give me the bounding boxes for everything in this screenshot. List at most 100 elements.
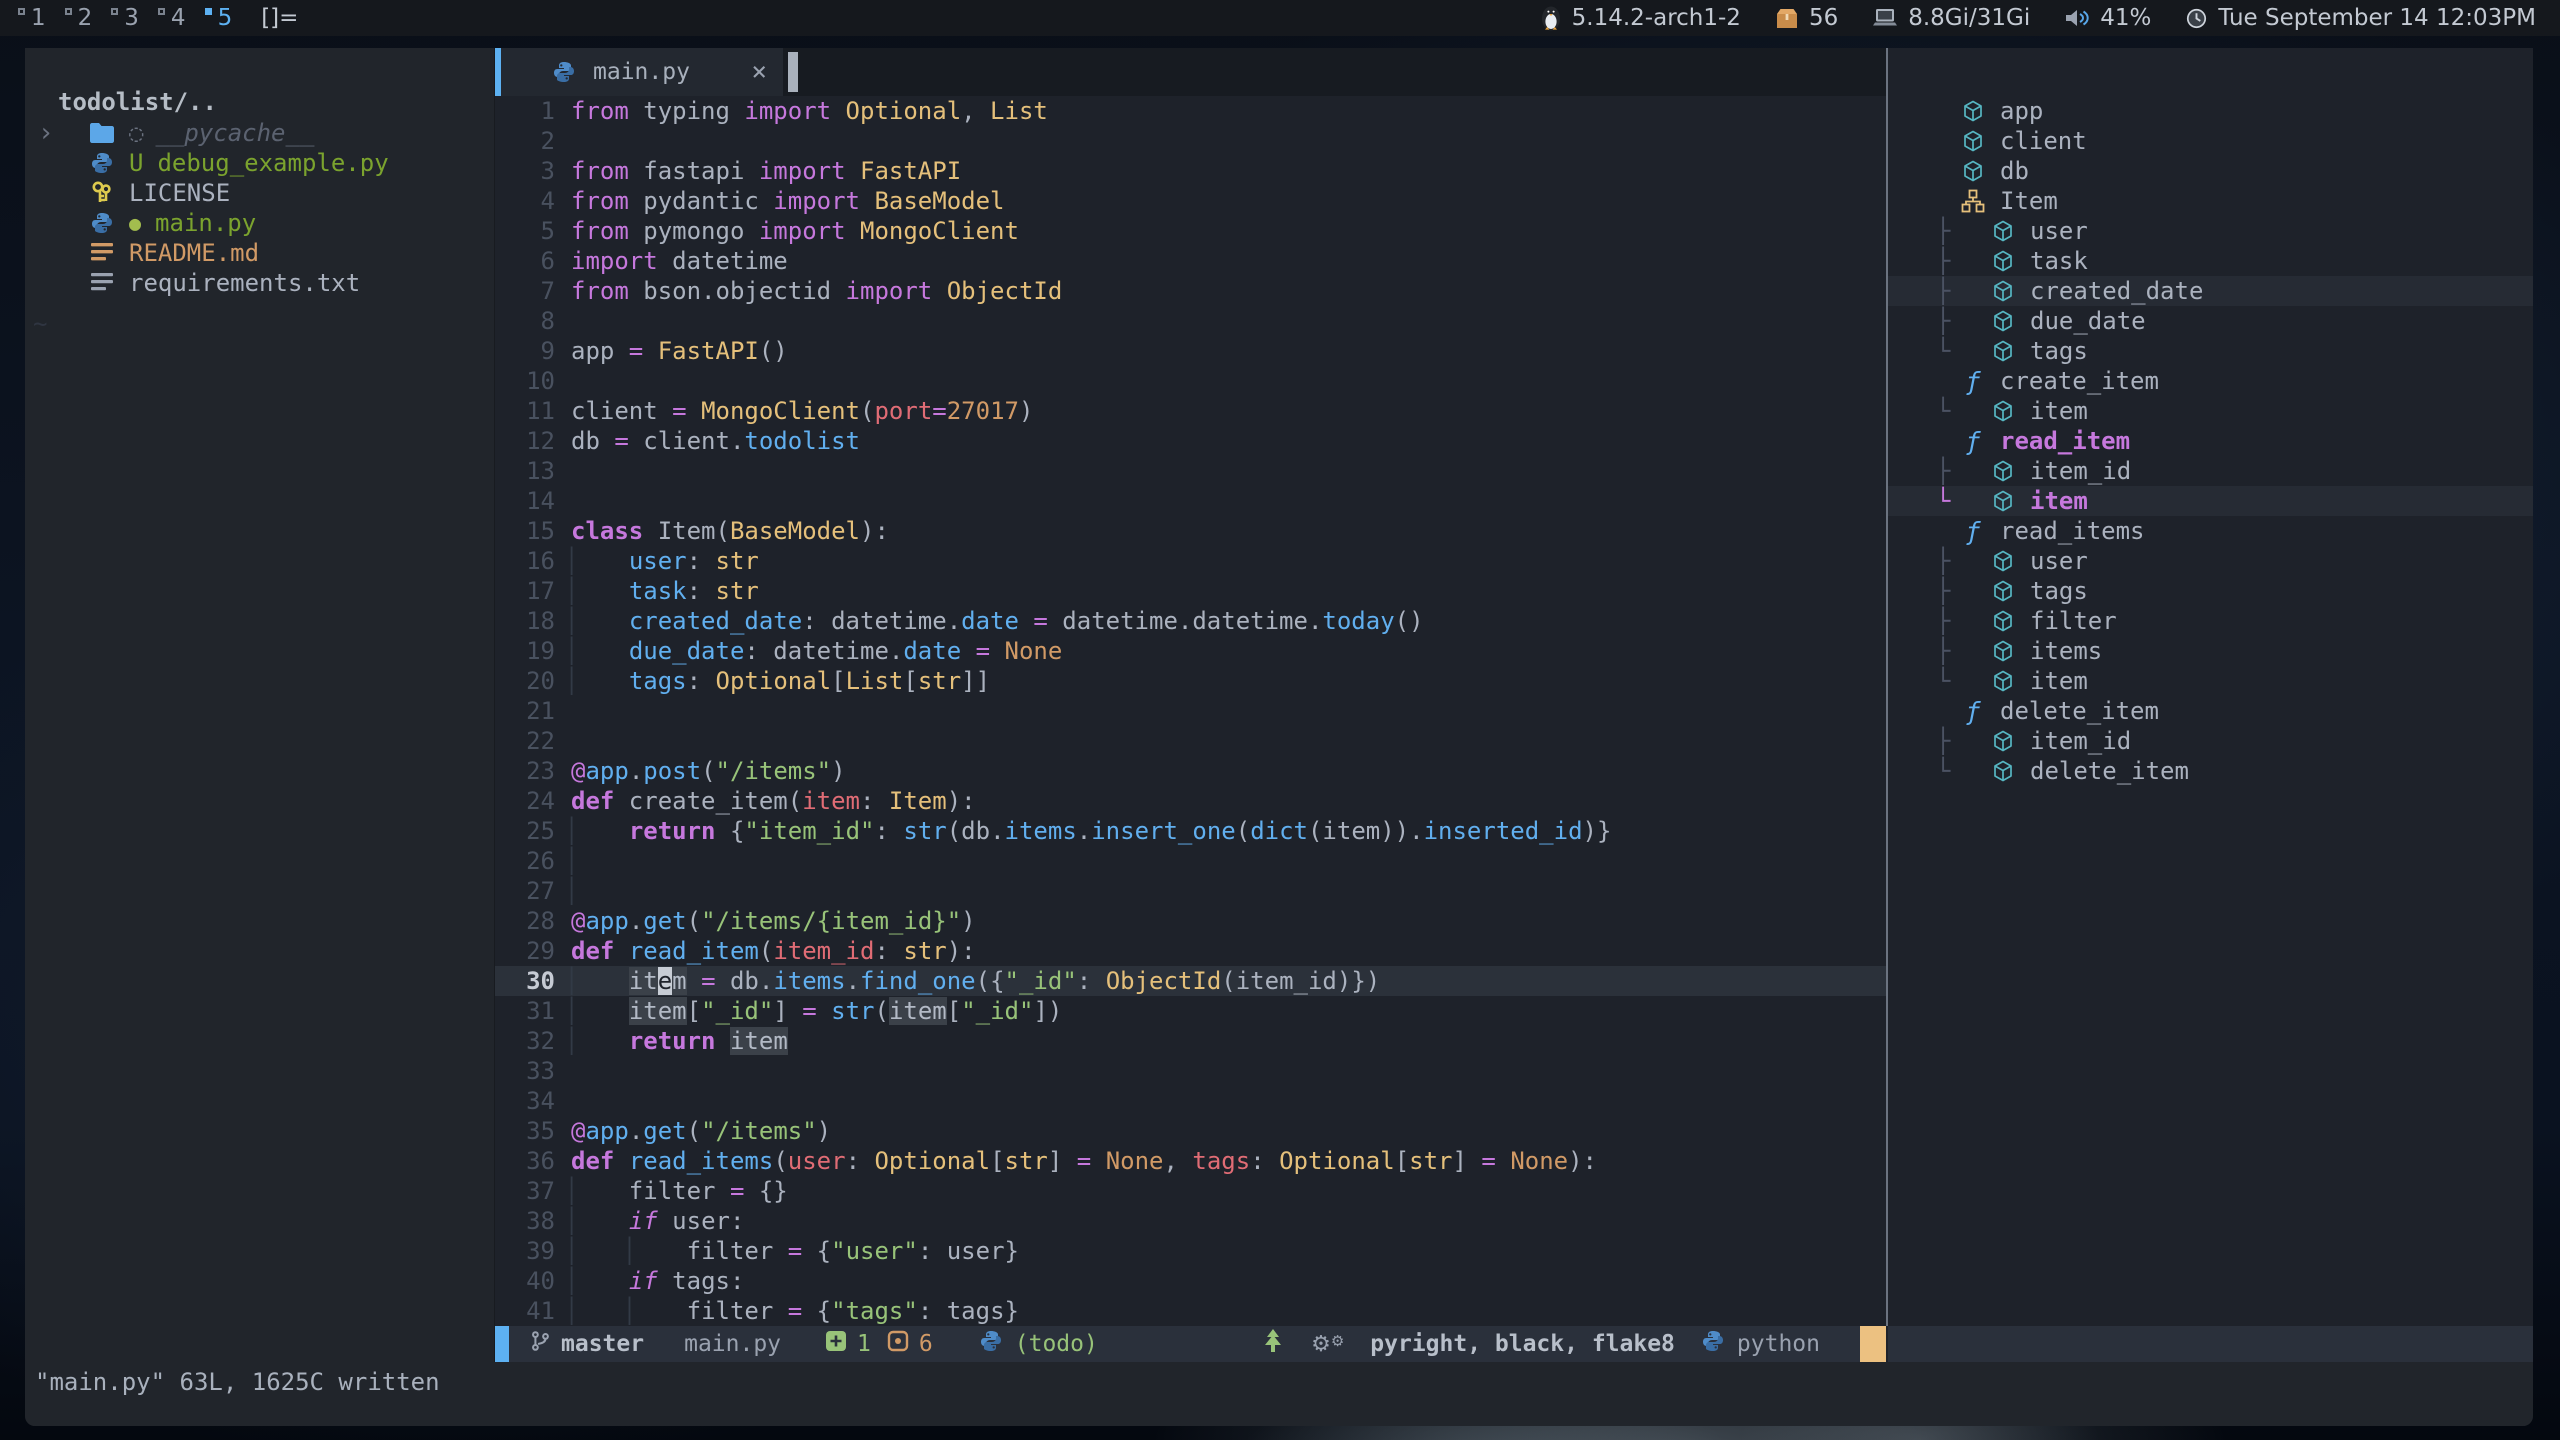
code-line[interactable]: 18▏ created_date: datetime.date = dateti…: [495, 606, 1886, 636]
code-line[interactable]: 29def read_item(item_id: str):: [495, 936, 1886, 966]
lsp-servers: pyright, black, flake8: [1370, 1331, 1675, 1357]
file-row[interactable]: ●main.py: [25, 208, 494, 238]
outline-item[interactable]: ├item_id: [1888, 726, 2533, 756]
outline-item[interactable]: ├items: [1888, 636, 2533, 666]
code-line[interactable]: 23@app.post("/items"): [495, 756, 1886, 786]
file-row[interactable]: requirements.txt: [25, 268, 494, 298]
code-line[interactable]: 7from bson.objectid import ObjectId: [495, 276, 1886, 306]
code-line[interactable]: 6import datetime: [495, 246, 1886, 276]
symbol-label: user: [2030, 547, 2088, 575]
line-number: 15: [495, 516, 571, 546]
code-line[interactable]: 10: [495, 366, 1886, 396]
code-line[interactable]: 32▏ return item: [495, 1026, 1886, 1056]
outline-item[interactable]: ƒdelete_item: [1888, 696, 2533, 726]
readme-lines-icon: [89, 242, 115, 264]
line-number: 14: [495, 486, 571, 516]
workspace-1[interactable]: 1: [14, 5, 61, 31]
outline-item[interactable]: db: [1888, 156, 2533, 186]
code-line[interactable]: 4from pydantic import BaseModel: [495, 186, 1886, 216]
code-line[interactable]: 30▏ item = db.items.find_one({"_id": Obj…: [495, 966, 1886, 996]
outline-item[interactable]: Item: [1888, 186, 2533, 216]
code-line[interactable]: 41▏ ▏ filter = {"tags": tags}: [495, 1296, 1886, 1326]
outline-item[interactable]: └tags: [1888, 336, 2533, 366]
outline-item[interactable]: ƒcreate_item: [1888, 366, 2533, 396]
file-status-mark: U: [129, 149, 143, 177]
code-line[interactable]: 35@app.get("/items"): [495, 1116, 1886, 1146]
code-line[interactable]: 9app = FastAPI(): [495, 336, 1886, 366]
file-status-mark: ●: [129, 211, 141, 235]
code-line[interactable]: 15class Item(BaseModel):: [495, 516, 1886, 546]
code-line[interactable]: 17▏ task: str: [495, 576, 1886, 606]
text-lines-icon: [89, 272, 115, 294]
code-line[interactable]: 33: [495, 1056, 1886, 1086]
code-line[interactable]: 39▏ ▏ filter = {"user": user}: [495, 1236, 1886, 1266]
code-line[interactable]: 13: [495, 456, 1886, 486]
file-row[interactable]: LICENSE: [25, 178, 494, 208]
workspace-label: 2: [78, 5, 93, 31]
code-line[interactable]: 14: [495, 486, 1886, 516]
code-line[interactable]: 2: [495, 126, 1886, 156]
code-line[interactable]: 24def create_item(item: Item):: [495, 786, 1886, 816]
workspace-marker-icon: [18, 8, 25, 15]
code-line[interactable]: 36def read_items(user: Optional[str] = N…: [495, 1146, 1886, 1176]
tab-main-py[interactable]: main.py ×: [495, 48, 783, 96]
outline-item[interactable]: ƒread_item: [1888, 426, 2533, 456]
outline-item[interactable]: └item: [1888, 396, 2533, 426]
outline-item[interactable]: ├item_id: [1888, 456, 2533, 486]
code-line[interactable]: 20▏ tags: Optional[List[str]]: [495, 666, 1886, 696]
code-line[interactable]: 5from pymongo import MongoClient: [495, 216, 1886, 246]
code-line[interactable]: 37▏ filter = {}: [495, 1176, 1886, 1206]
code-line[interactable]: 16▏ user: str: [495, 546, 1886, 576]
line-number: 23: [495, 756, 571, 786]
code-line[interactable]: 27▏: [495, 876, 1886, 906]
code-line[interactable]: 21: [495, 696, 1886, 726]
system-status: 5.14.2-arch1-2568.8Gi/31Gi41%Tue Septemb…: [1540, 5, 2546, 31]
outline-item[interactable]: client: [1888, 126, 2533, 156]
code-line[interactable]: 31▏ item["_id"] = str(item["_id"]): [495, 996, 1886, 1026]
outline-item[interactable]: ├task: [1888, 246, 2533, 276]
outline-item[interactable]: ├due_date: [1888, 306, 2533, 336]
outline-item[interactable]: ├created_date: [1888, 276, 2533, 306]
code-line[interactable]: 25▏ return {"item_id": str(db.items.inse…: [495, 816, 1886, 846]
code-text: ▏ return {"item_id": str(db.items.insert…: [571, 816, 1611, 846]
symbols-outline: appclientdbItem├user├task├created_date├d…: [1888, 48, 2533, 1326]
outline-item[interactable]: └delete_item: [1888, 756, 2533, 786]
outline-item[interactable]: ƒread_items: [1888, 516, 2533, 546]
code-line[interactable]: 26▏: [495, 846, 1886, 876]
outline-item[interactable]: ├user: [1888, 546, 2533, 576]
workspace-marker-icon: [205, 8, 212, 15]
line-number: 18: [495, 606, 571, 636]
outline-item[interactable]: app: [1888, 96, 2533, 126]
outline-item[interactable]: ├tags: [1888, 576, 2533, 606]
code-line[interactable]: 38▏ if user:: [495, 1206, 1886, 1236]
code-line[interactable]: 11client = MongoClient(port=27017): [495, 396, 1886, 426]
status-item-text: 5.14.2-arch1-2: [1572, 5, 1741, 31]
code-line[interactable]: 22: [495, 726, 1886, 756]
terminal-window: todolist/.. ›◌__pycache__Udebug_example.…: [25, 48, 2533, 1426]
workspace-3[interactable]: 3: [107, 5, 154, 31]
file-row[interactable]: ›◌__pycache__: [25, 118, 494, 148]
code-line[interactable]: 28@app.get("/items/{item_id}"): [495, 906, 1886, 936]
tab-close-icon[interactable]: ×: [751, 57, 767, 87]
outline-item[interactable]: ├user: [1888, 216, 2533, 246]
variable-icon: [1960, 129, 1986, 153]
outline-item[interactable]: └item: [1888, 666, 2533, 696]
workspace-4[interactable]: 4: [154, 5, 201, 31]
chevron-right-icon[interactable]: ›: [38, 118, 54, 148]
workspace-5[interactable]: 5: [201, 5, 248, 31]
code-editor[interactable]: 1from typing import Optional, List23from…: [495, 96, 1886, 1326]
code-line[interactable]: 3from fastapi import FastAPI: [495, 156, 1886, 186]
code-line[interactable]: 8: [495, 306, 1886, 336]
outline-item[interactable]: ├filter: [1888, 606, 2533, 636]
workspace-2[interactable]: 2: [61, 5, 108, 31]
file-row[interactable]: Udebug_example.py: [25, 148, 494, 178]
git-branch-icon: [529, 1329, 551, 1359]
code-line[interactable]: 40▏ if tags:: [495, 1266, 1886, 1296]
status-bar: 12345 []= 5.14.2-arch1-2568.8Gi/31Gi41%T…: [0, 0, 2560, 36]
outline-item[interactable]: └item: [1888, 486, 2533, 516]
file-row[interactable]: README.md: [25, 238, 494, 268]
code-line[interactable]: 19▏ due_date: datetime.date = None: [495, 636, 1886, 666]
code-line[interactable]: 34: [495, 1086, 1886, 1116]
code-line[interactable]: 1from typing import Optional, List: [495, 96, 1886, 126]
code-line[interactable]: 12db = client.todolist: [495, 426, 1886, 456]
